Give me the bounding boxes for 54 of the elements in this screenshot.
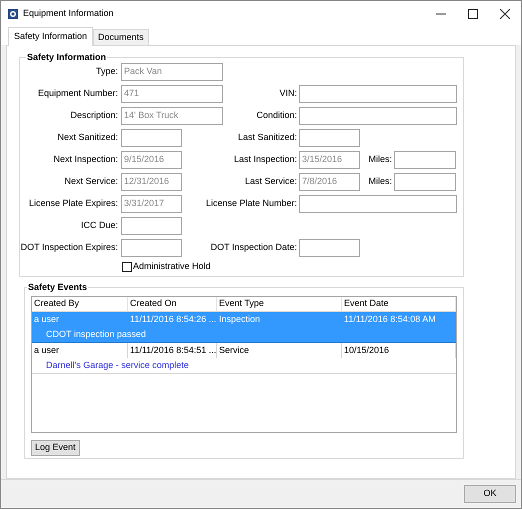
field-label: DOT Inspection Date: xyxy=(210,241,298,254)
field-label: ICC Due: xyxy=(80,219,119,232)
table-cell: 11/11/2016 8:54:51 ... xyxy=(128,343,217,358)
event-row[interactable]: a user 11/11/2016 8:54:51 ... Service 10/15/2016 Darnell's Garage - service complete xyxy=(32,343,456,374)
table-cell-text: a user xyxy=(33,312,60,326)
text-field[interactable] xyxy=(121,239,182,257)
log-event-button[interactable]: Log Event xyxy=(31,440,80,456)
field-label: Last Service: xyxy=(244,175,298,188)
field-label: License Plate Number: xyxy=(204,197,298,210)
field-label: Condition: xyxy=(255,109,298,122)
field-label: DOT Inspection Expires: xyxy=(20,241,119,254)
field-label: Miles: xyxy=(367,175,393,188)
text-field[interactable] xyxy=(121,129,182,147)
text-field[interactable] xyxy=(299,107,457,125)
text-field[interactable] xyxy=(299,129,360,147)
window-title: Equipment Information xyxy=(23,6,114,20)
field-label: Last Inspection: xyxy=(232,153,298,166)
group-title: Safety Information xyxy=(26,51,108,64)
text-field[interactable] xyxy=(299,195,457,213)
field-label: Description: xyxy=(69,109,119,122)
tab[interactable]: Documents xyxy=(93,29,149,45)
table-cell: a user xyxy=(32,343,128,358)
field-label: License Plate Expires: xyxy=(28,197,119,210)
text-field[interactable] xyxy=(299,239,360,257)
close-icon xyxy=(500,8,510,18)
column-header[interactable]: Event Date xyxy=(342,297,456,311)
field-label: Type: xyxy=(94,65,119,78)
table-cell: 10/15/2016 xyxy=(342,343,456,358)
table-cell-text: 11/11/2016 8:54:08 AM xyxy=(343,312,437,326)
column-header[interactable]: Event Type xyxy=(217,297,342,311)
app-icon xyxy=(8,8,18,18)
field-label: Last Sanitized: xyxy=(236,131,298,144)
field-label: Miles: xyxy=(367,153,393,166)
column-header[interactable]: Created On xyxy=(128,297,217,311)
field-label: Next Inspection: xyxy=(52,153,119,166)
column-header[interactable]: Created By xyxy=(32,297,128,311)
field-label: Next Sanitized: xyxy=(56,131,119,144)
table-cell-text: Inspection xyxy=(218,312,262,326)
text-field[interactable] xyxy=(121,217,182,235)
tab[interactable]: Safety Information xyxy=(8,27,94,46)
field-label: VIN: xyxy=(278,87,298,100)
field-label: Next Service: xyxy=(63,175,119,188)
text-field[interactable] xyxy=(394,151,456,169)
text-field[interactable] xyxy=(299,85,457,103)
field-label: Equipment Number: xyxy=(36,87,119,100)
text-field[interactable] xyxy=(394,173,456,191)
table-cell-text: 11/11/2016 8:54:26 ... xyxy=(129,312,217,326)
table-cell: Service xyxy=(217,343,342,358)
maximize-icon xyxy=(468,8,478,18)
event-note: Darnell's Garage - service complete xyxy=(46,358,189,372)
ok-button[interactable]: OK xyxy=(464,485,516,503)
administrative-hold-checkbox[interactable]: Administrative Hold xyxy=(122,260,211,274)
event-note: CDOT inspection passed xyxy=(46,328,146,341)
group-title: Safety Events xyxy=(27,281,88,294)
